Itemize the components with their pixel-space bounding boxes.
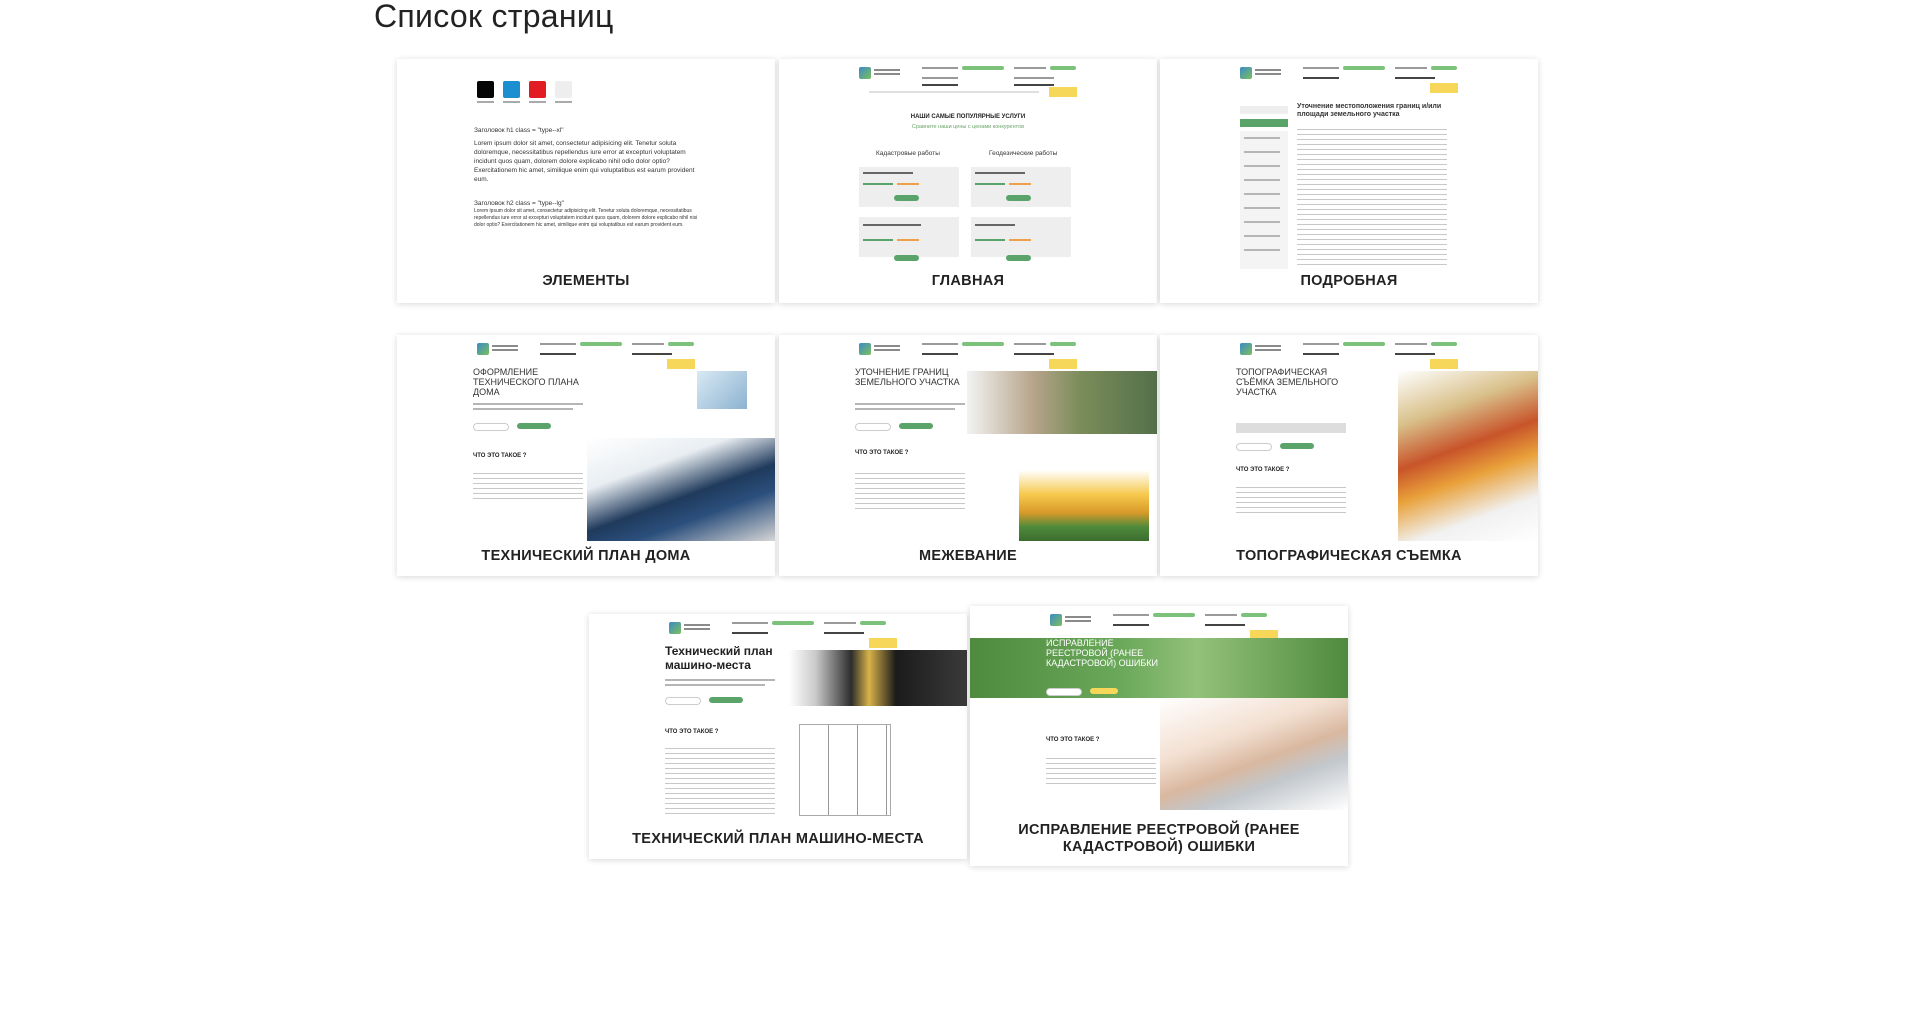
- parking-plan-drawing: [799, 724, 891, 816]
- preview-what-heading: ЧТО ЭТО ТАКОЕ ?: [1046, 737, 1100, 743]
- color-swatch: [503, 81, 520, 98]
- preview-thumbnail: Уточнение местоположения границ и/или пл…: [1160, 59, 1538, 269]
- color-swatch: [529, 81, 546, 98]
- card-label: ПОДРОБНАЯ: [1300, 273, 1398, 289]
- card-label: ЭЛЕМЕНТЫ: [542, 273, 630, 289]
- page-card-parking[interactable]: Технический план машино-места ЧТО ЭТО ТА…: [589, 614, 967, 859]
- preview-thumbnail: ОФОРМЛЕНИЕ ТЕХНИЧЕСКОГО ПЛАНА ДОМА ЧТО Э…: [397, 335, 775, 541]
- house-model-image: [697, 371, 747, 409]
- card-label: ГЛАВНАЯ: [931, 273, 1005, 289]
- preview-hero-title: УТОЧНЕНИЕ ГРАНИЦ ЗЕМЕЛЬНОГО УЧАСТКА: [855, 367, 960, 387]
- preview-what-heading: ЧТО ЭТО ТАКОЕ ?: [1236, 467, 1290, 473]
- preview-thumbnail: Технический план машино-места ЧТО ЭТО ТА…: [589, 614, 967, 824]
- page-card-elements[interactable]: Заголовок h1 class = "type--xl" Lorem ip…: [397, 59, 775, 303]
- preview-hero-title: ТОПОГРАФИЧЕСКАЯ СЪЁМКА ЗЕМЕЛЬНОГО УЧАСТК…: [1236, 367, 1339, 397]
- page-card-techplan-house[interactable]: ОФОРМЛЕНИЕ ТЕХНИЧЕСКОГО ПЛАНА ДОМА ЧТО Э…: [397, 335, 775, 576]
- page-title: Список страниц: [374, 0, 614, 34]
- page-card-registry-error[interactable]: ИСПРАВЛЕНИЕ РЕЕСТРОВОЙ (РАНЕЕ КАДАСТРОВО…: [970, 606, 1348, 866]
- preview-subtitle: Сравните наши цены с ценами конкурентов: [911, 124, 1025, 130]
- card-label: МЕЖЕВАНИЕ: [918, 548, 1017, 564]
- card-label: ИСПРАВЛЕНИЕ РЕЕСТРОВОЙ (РАНЕЕ КАДАСТРОВО…: [1018, 822, 1300, 855]
- preview-thumbnail: ТОПОГРАФИЧЕСКАЯ СЪЁМКА ЗЕМЕЛЬНОГО УЧАСТК…: [1160, 335, 1538, 541]
- sample-heading-2: Заголовок h2 class = "type--lg": [474, 200, 564, 207]
- card-label: ТЕХНИЧЕСКИЙ ПЛАН ДОМА: [481, 548, 691, 564]
- surveyor-photo: [1398, 371, 1538, 541]
- preview-thumbnail: ИСПРАВЛЕНИЕ РЕЕСТРОВОЙ (РАНЕЕ КАДАСТРОВО…: [970, 606, 1348, 810]
- page-card-home[interactable]: НАШИ САМЫЕ ПОПУЛЯРНЫЕ УСЛУГИ Сравните на…: [779, 59, 1157, 303]
- page-card-land-survey[interactable]: УТОЧНЕНИЕ ГРАНИЦ ЗЕМЕЛЬНОГО УЧАСТКА ЧТО …: [779, 335, 1157, 576]
- preview-col-2: Геодезические работы: [989, 150, 1058, 157]
- sample-paragraph-1: Lorem ipsum dolor sit amet, consectetur …: [474, 140, 695, 183]
- color-swatch: [555, 81, 572, 98]
- card-label: ТЕХНИЧЕСКИЙ ПЛАН МАШИНО-МЕСТА: [632, 831, 924, 847]
- sample-paragraph-2: Lorem ipsum dolor sit amet, consectetur …: [474, 208, 698, 228]
- preview-section-title: НАШИ САМЫЕ ПОПУЛЯРНЫЕ УСЛУГИ: [910, 114, 1026, 120]
- magnifier-photo: [1160, 698, 1348, 810]
- preview-hero-title: ОФОРМЛЕНИЕ ТЕХНИЧЕСКОГО ПЛАНА ДОМА: [473, 367, 579, 397]
- page-card-detail[interactable]: Уточнение местоположения границ и/или пл…: [1160, 59, 1538, 303]
- color-swatch: [477, 81, 494, 98]
- preview-title: Уточнение местоположения границ и/или пл…: [1297, 103, 1442, 118]
- card-label: ТОПОГРАФИЧЕСКАЯ СЪЕМКА: [1236, 548, 1462, 564]
- preview-hero-title: ИСПРАВЛЕНИЕ РЕЕСТРОВОЙ (РАНЕЕ КАДАСТРОВО…: [1046, 638, 1158, 668]
- sample-heading-1: Заголовок h1 class = "type--xl": [474, 127, 564, 134]
- house-illustration: [1019, 470, 1149, 541]
- parked-cars-photo: [789, 650, 967, 706]
- preview-what-heading: ЧТО ЭТО ТАКОЕ ?: [473, 453, 527, 459]
- preview-what-heading: ЧТО ЭТО ТАКОЕ ?: [855, 450, 909, 456]
- surveyors-photo: [967, 371, 1157, 434]
- preview-what-heading: ЧТО ЭТО ТАКОЕ ?: [665, 729, 719, 735]
- preview-thumbnail: УТОЧНЕНИЕ ГРАНИЦ ЗЕМЕЛЬНОГО УЧАСТКА ЧТО …: [779, 335, 1157, 541]
- laptop-blueprint-image: [587, 438, 775, 541]
- page-card-topo-survey[interactable]: ТОПОГРАФИЧЕСКАЯ СЪЁМКА ЗЕМЕЛЬНОГО УЧАСТК…: [1160, 335, 1538, 576]
- preview-thumbnail: НАШИ САМЫЕ ПОПУЛЯРНЫЕ УСЛУГИ Сравните на…: [779, 59, 1157, 269]
- preview-thumbnail: Заголовок h1 class = "type--xl" Lorem ip…: [397, 59, 775, 269]
- preview-col-1: Кадастровые работы: [876, 150, 940, 157]
- preview-hero-title: Технический план машино-места: [665, 644, 773, 672]
